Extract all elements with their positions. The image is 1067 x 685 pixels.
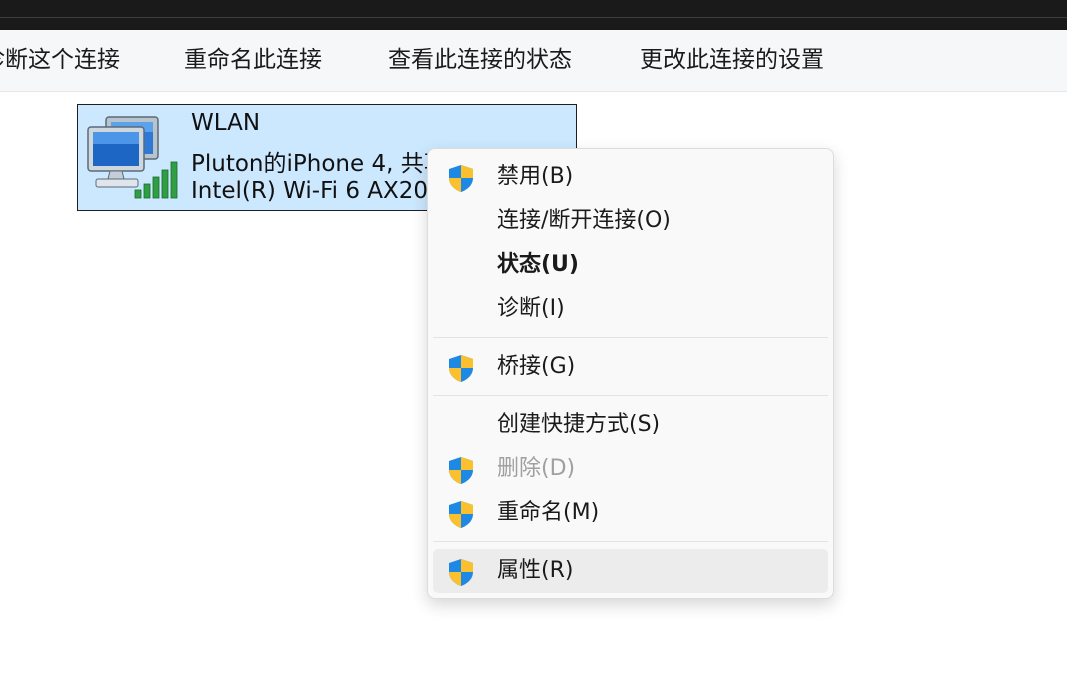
menu-separator bbox=[433, 337, 828, 338]
menu-item-diagnose[interactable]: 诊断(I) bbox=[433, 287, 828, 331]
uac-shield-icon bbox=[446, 353, 476, 383]
menu-item-label: 禁用(B) bbox=[497, 164, 574, 189]
adapter-name: WLAN bbox=[191, 110, 261, 136]
uac-shield-icon bbox=[446, 499, 476, 529]
menu-item-label: 诊断(I) bbox=[497, 296, 565, 321]
menu-item-label: 删除(D) bbox=[497, 456, 576, 481]
command-toolbar: 诊断这个连接 重命名此连接 查看此连接的状态 更改此连接的设置 bbox=[0, 30, 1067, 92]
menu-item-connect-disconnect[interactable]: 连接/断开连接(O) bbox=[433, 199, 828, 243]
uac-shield-icon bbox=[446, 557, 476, 587]
context-menu: 禁用(B) 连接/断开连接(O) 状态(U) 诊断(I) 桥接(G) 创建快捷方… bbox=[427, 148, 834, 599]
menu-item-label: 重命名(M) bbox=[497, 500, 600, 525]
rename-connection-button[interactable]: 重命名此连接 bbox=[184, 30, 322, 91]
menu-item-delete: 删除(D) bbox=[433, 447, 828, 491]
titlebar-divider bbox=[0, 17, 1067, 18]
menu-item-properties[interactable]: 属性(R) bbox=[433, 549, 828, 593]
menu-item-label: 桥接(G) bbox=[497, 354, 576, 379]
wifi-signal-icon bbox=[134, 160, 180, 200]
menu-item-status[interactable]: 状态(U) bbox=[433, 243, 828, 287]
menu-item-label: 状态(U) bbox=[497, 252, 579, 277]
menu-item-disable[interactable]: 禁用(B) bbox=[433, 155, 828, 199]
uac-shield-icon bbox=[446, 455, 476, 485]
uac-shield-icon bbox=[446, 163, 476, 193]
menu-item-label: 连接/断开连接(O) bbox=[497, 208, 671, 233]
change-settings-button[interactable]: 更改此连接的设置 bbox=[640, 30, 824, 91]
window-titlebar bbox=[0, 0, 1067, 30]
menu-item-create-shortcut[interactable]: 创建快捷方式(S) bbox=[433, 403, 828, 447]
menu-item-label: 属性(R) bbox=[497, 558, 574, 583]
menu-separator bbox=[433, 395, 828, 396]
menu-separator bbox=[433, 541, 828, 542]
menu-item-bridge[interactable]: 桥接(G) bbox=[433, 345, 828, 389]
menu-item-rename[interactable]: 重命名(M) bbox=[433, 491, 828, 535]
view-status-button[interactable]: 查看此连接的状态 bbox=[388, 30, 572, 91]
menu-item-label: 创建快捷方式(S) bbox=[497, 412, 661, 437]
diagnose-connection-button[interactable]: 诊断这个连接 bbox=[0, 30, 120, 91]
